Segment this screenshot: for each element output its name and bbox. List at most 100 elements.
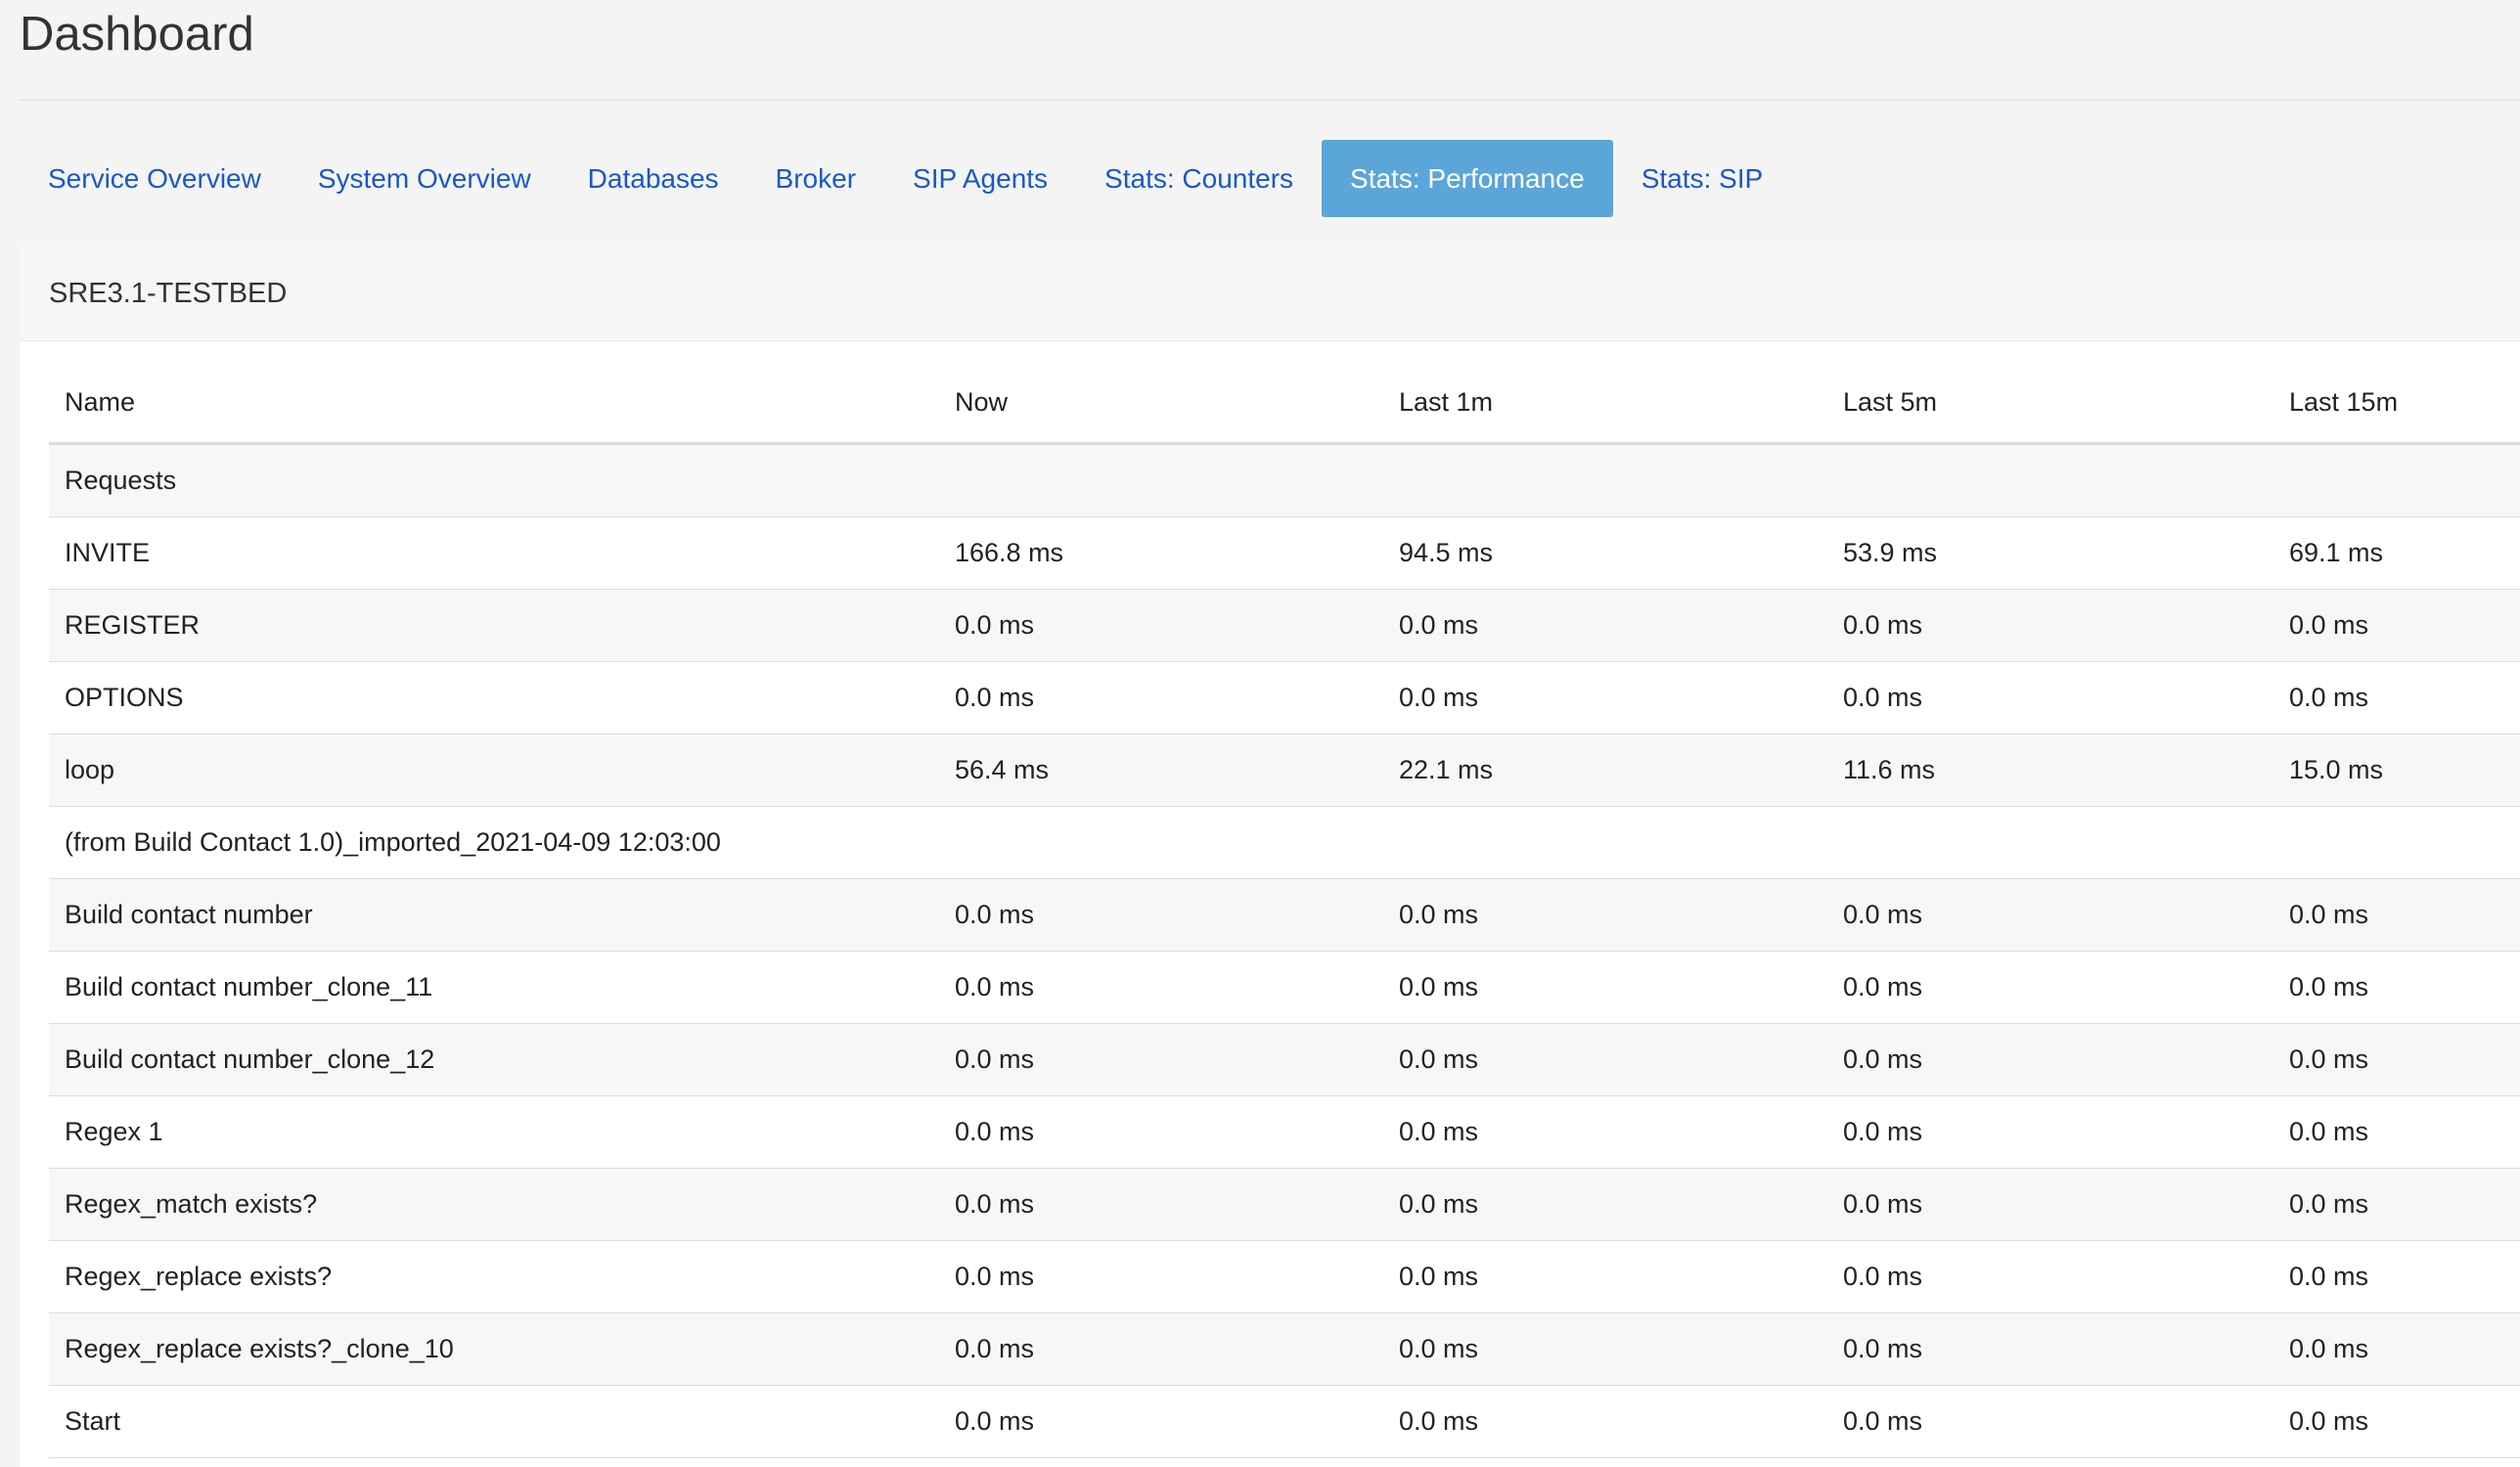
cell-last-1m: 0.0 ms [1383,1168,1827,1241]
panel-title: SRE3.1-TESTBED [20,246,2520,341]
cell-now: 0.0 ms [939,951,1383,1024]
table-row: Build contact number 0.0 ms 0.0 ms 0.0 ms 0.… [49,878,2520,952]
cell-name: Regex 1 [49,1095,939,1169]
tab-sip-agents[interactable]: SIP Agents [884,140,1076,217]
table-row: Build contact number_clone_11 0.0 ms 0.0 m… [49,951,2520,1024]
cell-last-1m: 0.0 ms [1383,1312,1827,1386]
tab-stats-counters[interactable]: Stats: Counters [1076,140,1322,217]
cell-name: (from Build Contact 1.0)_imported_2021-0… [49,806,939,879]
cell-last-5m: 53.9 ms [1827,516,2273,590]
column-header-last-5m: Last 5m [1827,362,2273,445]
cell-last-5m [1827,443,2273,517]
cell-last-1m: 0.0 ms [1383,1095,1827,1169]
table-row: Regex_replace exists?_clone_10 0.0 ms 0.0 … [49,1312,2520,1386]
column-header-last-15m: Last 15m [2273,362,2520,445]
cell-name: Build contact number_clone_12 [49,1023,939,1096]
table-row: Regex_match exists? 0.0 ms 0.0 ms 0.0 ms 0.0… [49,1168,2520,1241]
cell-now: 0.0 ms [939,1312,1383,1386]
cell-last-5m: 0.0 ms [1827,1095,2273,1169]
tab-system-overview[interactable]: System Overview [290,140,560,217]
cell-now: 0.0 ms [939,1385,1383,1458]
tab-broker[interactable]: Broker [747,140,884,217]
column-header-name: Name [49,362,939,445]
tab-stats-sip[interactable]: Stats: SIP [1613,140,1792,217]
cell-last-15m: 0.0 ms [2273,1312,2520,1386]
cell-now: 0.0 ms [939,1240,1383,1313]
dashboard-tabs: Service Overview System Overview Databas… [20,140,1791,217]
cell-now: 0.0 ms [939,661,1383,734]
table-row: REGISTER 0.0 ms 0.0 ms 0.0 ms 0.0 ms [49,589,2520,662]
cell-last-5m: 11.6 ms [1827,734,2273,807]
cell-last-1m: 22.1 ms [1383,734,1827,807]
cell-last-15m: 15.0 ms [2273,734,2520,807]
cell-last-15m: 69.1 ms [2273,516,2520,590]
column-header-last-1m: Last 1m [1383,362,1827,445]
cell-now: 0.0 ms [939,1095,1383,1169]
cell-last-15m [2273,806,2520,879]
cell-name: OPTIONS [49,661,939,734]
cell-now: 56.4 ms [939,734,1383,807]
table-row: INVITE 166.8 ms 94.5 ms 53.9 ms 69.1 ms [49,516,2520,590]
cell-now: 166.8 ms [939,516,1383,590]
cell-name: Regex_match exists? [49,1168,939,1241]
table-row: Regex 1 0.0 ms 0.0 ms 0.0 ms 0.0 ms [49,1095,2520,1169]
cell-last-15m: 0.0 ms [2273,589,2520,662]
cell-last-5m: 0.0 ms [1827,878,2273,952]
cell-last-1m: 0.0 ms [1383,951,1827,1024]
cell-last-5m: 0.0 ms [1827,1385,2273,1458]
title-divider [20,99,2520,101]
cell-now: 0.0 ms [939,1023,1383,1096]
cell-last-1m: 0.0 ms [1383,661,1827,734]
cell-now: 0.0 ms [939,878,1383,952]
table-row: Regex_replace exists? 0.0 ms 0.0 ms 0.0 ms 0… [49,1240,2520,1313]
cell-last-5m: 0.0 ms [1827,1023,2273,1096]
cell-last-15m: 0.0 ms [2273,1168,2520,1241]
cell-last-15m: 0.0 ms [2273,661,2520,734]
cell-last-15m: 0.0 ms [2273,1023,2520,1096]
cell-name: Requests [49,443,939,517]
cell-last-15m: 0.0 ms [2273,878,2520,952]
tab-stats-performance[interactable]: Stats: Performance [1322,140,1613,217]
cell-last-15m: 0.0 ms [2273,951,2520,1024]
table-row: (from Build Contact 1.0)_imported_2021-0… [49,806,2520,879]
cell-last-1m: 0.0 ms [1383,878,1827,952]
stats-panel: SRE3.1-TESTBED Name Now Last 1m Last 5m … [20,246,2520,1467]
table-body: Requests INVITE 166.8 ms 94.5 ms 53.9 ms 69.1… [49,443,2520,1458]
cell-last-1m [1383,443,1827,517]
cell-last-1m: 0.0 ms [1383,1385,1827,1458]
table-row: Build contact number_clone_12 0.0 ms 0.0 m… [49,1023,2520,1096]
cell-last-5m: 0.0 ms [1827,661,2273,734]
cell-last-15m: 0.0 ms [2273,1240,2520,1313]
cell-name: Regex_replace exists?_clone_10 [49,1312,939,1386]
cell-last-5m: 0.0 ms [1827,951,2273,1024]
cell-name: INVITE [49,516,939,590]
tab-service-overview[interactable]: Service Overview [20,140,290,217]
table-row: Requests [49,443,2520,517]
cell-now: 0.0 ms [939,1168,1383,1241]
cell-last-5m: 0.0 ms [1827,1240,2273,1313]
cell-now: 0.0 ms [939,589,1383,662]
table-header-row: Name Now Last 1m Last 5m Last 15m [49,362,2520,445]
cell-last-5m: 0.0 ms [1827,1312,2273,1386]
tab-databases[interactable]: Databases [560,140,747,217]
cell-last-15m [2273,443,2520,517]
cell-last-5m [1827,806,2273,879]
cell-name: Build contact number [49,878,939,952]
performance-table: Name Now Last 1m Last 5m Last 15m Reques… [49,362,2520,1458]
cell-name: Regex_replace exists? [49,1240,939,1313]
cell-last-1m: 0.0 ms [1383,1023,1827,1096]
cell-name: REGISTER [49,589,939,662]
cell-now [939,806,1383,879]
table-row: OPTIONS 0.0 ms 0.0 ms 0.0 ms 0.0 ms [49,661,2520,734]
cell-last-1m: 0.0 ms [1383,1240,1827,1313]
cell-last-1m: 0.0 ms [1383,589,1827,662]
table-row: loop 56.4 ms 22.1 ms 11.6 ms 15.0 ms [49,734,2520,807]
column-header-now: Now [939,362,1383,445]
cell-name: Build contact number_clone_11 [49,951,939,1024]
cell-last-5m: 0.0 ms [1827,1168,2273,1241]
cell-name: loop [49,734,939,807]
cell-last-1m [1383,806,1827,879]
cell-last-5m: 0.0 ms [1827,589,2273,662]
page-title: Dashboard [20,8,254,61]
cell-last-15m: 0.0 ms [2273,1095,2520,1169]
